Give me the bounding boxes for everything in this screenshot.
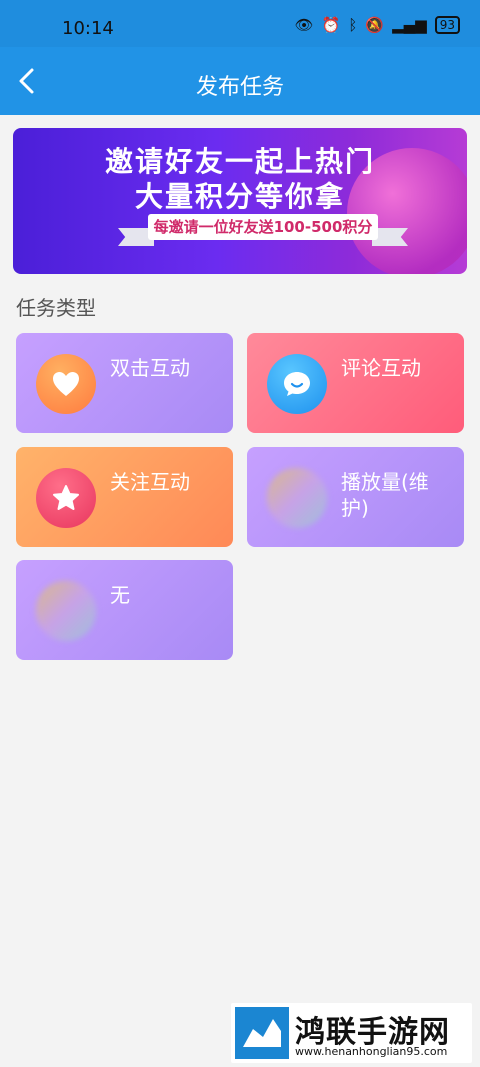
banner-ribbon: 每邀请一位好友送100-500积分: [148, 214, 378, 240]
status-icons: 👁 ⏰ ᛒ 🔕 ▂▄▆ 93: [295, 16, 460, 34]
task-card-none[interactable]: 无: [16, 560, 233, 660]
invite-banner[interactable]: 邀请好友一起上热门 大量积分等你拿 每邀请一位好友送100-500积分: [13, 128, 467, 274]
task-label: 关注互动: [110, 470, 190, 494]
app-bar: 发布任务: [0, 47, 480, 115]
task-label: 双击互动: [110, 356, 190, 380]
banner-subheadline: 大量积分等你拿: [134, 180, 345, 213]
page-title: 发布任务: [195, 75, 284, 100]
blurred-image-icon: [36, 581, 96, 641]
task-card-views[interactable]: 播放量(维护): [247, 447, 464, 547]
task-label: 无: [110, 583, 130, 607]
blurred-image-icon: [267, 468, 327, 528]
task-label: 评论互动: [341, 356, 421, 380]
watermark-url: www.henanhonglian95.com: [295, 1045, 448, 1058]
battery-icon: 93: [434, 16, 460, 34]
heart-icon: [36, 354, 96, 414]
chat-icon: [267, 354, 327, 414]
eye-icon: 👁: [294, 16, 314, 34]
status-time: 10:14: [62, 18, 114, 39]
task-label: 播放量(维护): [341, 470, 429, 520]
task-card-follow[interactable]: 关注互动: [16, 447, 233, 547]
task-card-comment[interactable]: 评论互动: [247, 333, 464, 433]
horse-logo-icon: [235, 1007, 289, 1059]
banner-headline: 邀请好友一起上热门: [104, 145, 375, 178]
signal-icon: ▂▄▆: [392, 16, 427, 34]
mute-icon: 🔕: [365, 16, 385, 34]
task-card-double-tap[interactable]: 双击互动: [16, 333, 233, 433]
bluetooth-icon: ᛒ: [348, 16, 358, 34]
site-watermark: 鸿联手游网 www.henanhonglian95.com: [231, 1003, 472, 1063]
status-bar: 10:14 👁 ⏰ ᛒ 🔕 ▂▄▆ 93: [0, 0, 480, 47]
star-icon: [36, 468, 96, 528]
section-title: 任务类型: [16, 296, 96, 320]
alarm-icon: ⏰: [321, 16, 341, 34]
